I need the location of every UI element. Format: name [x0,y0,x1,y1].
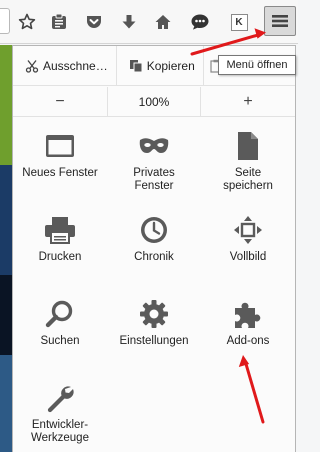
fullscreen-label: Vollbild [229,251,267,263]
private-window-label: Privates Fenster [133,167,175,192]
star-icon[interactable] [16,11,38,33]
find-button[interactable]: Suchen [13,294,107,374]
k-extension-letter: K [235,16,243,28]
addons-button[interactable]: Add-ons [201,294,295,374]
puzzle-icon [230,296,266,332]
cut-label: Ausschne… [43,58,108,73]
copy-button[interactable]: Kopieren [117,45,204,86]
url-bar-edge[interactable] [0,8,10,34]
zoom-controls-row: − 100% + [13,86,295,117]
page-content-edge [0,45,12,452]
save-page-icon [230,128,266,164]
open-menu-button[interactable] [264,6,296,36]
fullscreen-button[interactable]: Vollbild [201,210,295,290]
zoom-in-button[interactable]: + [201,87,295,117]
print-button[interactable]: Drucken [13,210,107,290]
home-icon[interactable] [152,11,174,33]
navigation-toolbar: K [0,0,298,44]
copy-icon [129,59,143,73]
save-page-label: Seite speichern [223,167,273,192]
developer-tools-label: Entwickler-Werkzeuge [31,419,89,444]
save-page-button[interactable]: Seite speichern [201,126,295,206]
preferences-label: Einstellungen [119,335,189,347]
open-menu-tooltip: Menü öffnen [218,55,296,75]
addons-label: Add-ons [226,335,270,347]
preferences-button[interactable]: Einstellungen [107,294,201,374]
new-window-button[interactable]: Neues Fenster [13,126,107,206]
new-window-label: Neues Fenster [22,167,98,179]
reading-list-icon[interactable] [48,11,70,33]
chat-icon[interactable] [189,11,211,33]
history-button[interactable]: Chronik [107,210,201,290]
fullscreen-icon [230,212,266,248]
zoom-out-button[interactable]: − [13,87,107,117]
main-menu-panel: Ausschne… Kopieren − 100% + Neues Fenste… [12,45,296,452]
search-icon [42,296,78,332]
wrench-icon [42,380,78,416]
gear-icon [136,296,172,332]
print-label: Drucken [38,251,82,263]
private-window-button[interactable]: Privates Fenster [107,126,201,206]
history-label: Chronik [134,251,174,263]
download-icon[interactable] [118,11,140,33]
pocket-icon[interactable] [83,11,105,33]
developer-tools-button[interactable]: Entwickler-Werkzeuge [13,378,107,452]
k-extension-icon[interactable]: K [228,11,250,33]
hamburger-menu-icon [271,13,289,29]
cut-button[interactable]: Ausschne… [13,45,117,86]
zoom-reset-button[interactable]: 100% [107,86,201,117]
find-label: Suchen [40,335,80,347]
window-icon [42,128,78,164]
history-clock-icon [136,212,172,248]
private-mask-icon [136,128,172,164]
print-icon [42,212,78,248]
copy-label: Kopieren [146,58,195,73]
scissors-icon [25,59,39,73]
